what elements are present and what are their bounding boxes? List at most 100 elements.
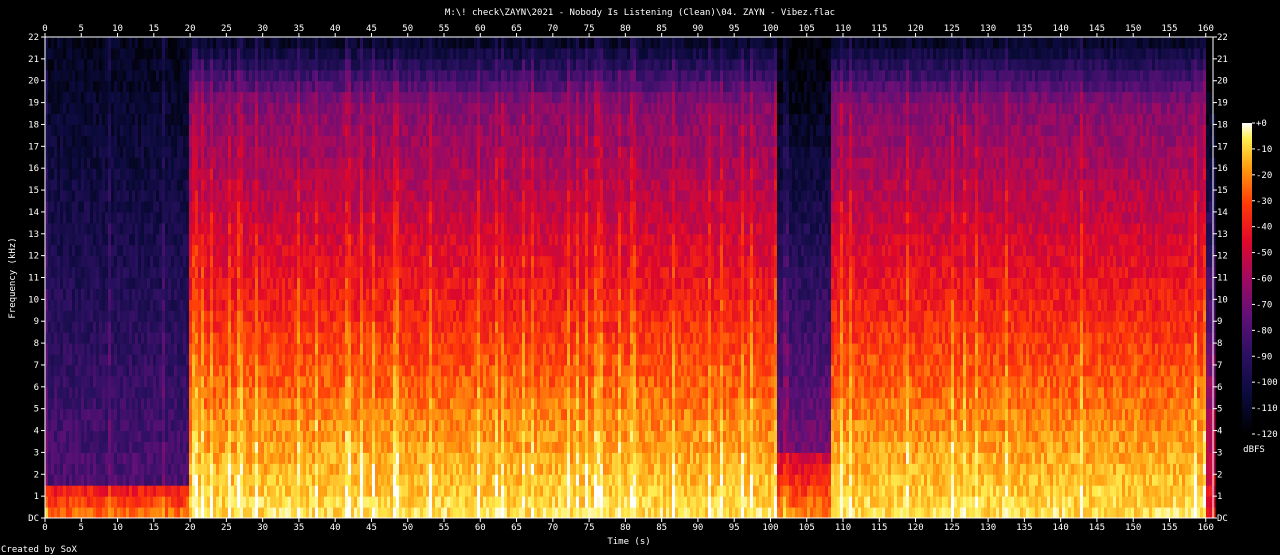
spectrogram-cell xyxy=(222,441,226,453)
spectrogram-cell xyxy=(309,37,313,49)
spectrogram-cell xyxy=(219,244,223,257)
spectrogram-cell xyxy=(309,69,313,82)
spectrogram-cell xyxy=(249,190,253,202)
spectrogram-cell xyxy=(129,288,133,300)
spectrogram-cell xyxy=(213,211,217,224)
spectrogram-cell xyxy=(60,47,64,60)
spectrogram-cell xyxy=(51,135,55,147)
spectrogram-cell xyxy=(363,463,367,475)
spectrogram-cell xyxy=(108,277,112,289)
spectrogram-cell xyxy=(276,168,280,180)
spectrogram-cell xyxy=(75,507,79,519)
spectrogram-cell xyxy=(342,474,346,486)
spectrogram-cell xyxy=(234,419,238,432)
spectrogram-cell xyxy=(327,200,331,213)
spectrogram-cell xyxy=(84,375,88,388)
spectrogram-cell xyxy=(159,190,163,202)
spectrogram-cell xyxy=(255,441,259,453)
spectrogram-cell xyxy=(279,80,283,93)
spectrogram-cell xyxy=(375,397,379,410)
spectrogram-cell xyxy=(345,69,349,82)
spectrogram-cell xyxy=(159,157,163,169)
spectrogram-cell xyxy=(198,397,202,410)
spectrogram-cell xyxy=(381,135,385,147)
spectrogram-cell xyxy=(192,168,196,180)
spectrogram-cell xyxy=(90,58,94,71)
spectrogram-cell xyxy=(126,507,130,519)
spectrogram-cell xyxy=(174,452,178,464)
spectrogram-cell xyxy=(246,474,250,486)
spectrogram-cell xyxy=(135,408,139,421)
spectrogram-cell xyxy=(72,113,76,125)
spectrogram-cell xyxy=(312,179,316,191)
spectrogram-cell xyxy=(72,124,76,136)
spectrogram-cell xyxy=(177,463,181,475)
spectrogram-cell xyxy=(234,364,238,377)
spectrogram-cell xyxy=(318,157,322,169)
spectrogram-cell xyxy=(219,190,223,202)
spectrogram-cell xyxy=(291,321,295,333)
spectrogram-cell xyxy=(351,419,355,432)
spectrogram-cell xyxy=(261,266,265,278)
spectrogram-cell xyxy=(114,419,118,432)
spectrogram-cell xyxy=(351,113,355,125)
spectrogram-cell xyxy=(75,441,79,453)
spectrogram-cell xyxy=(93,419,97,432)
spectrogram-cell xyxy=(291,430,295,442)
spectrogram-cell xyxy=(78,332,82,344)
spectrogram-cell xyxy=(267,102,271,115)
spectrogram-cell xyxy=(252,200,256,213)
spectrogram-cell xyxy=(87,288,91,300)
spectrogram-cell xyxy=(78,375,82,388)
spectrogram-cell xyxy=(357,233,361,246)
spectrogram-cell xyxy=(57,343,61,355)
spectrogram-cell xyxy=(381,266,385,278)
spectrogram-cell xyxy=(45,190,49,202)
spectrogram-cell xyxy=(189,37,193,49)
spectrogram-cell xyxy=(303,408,307,421)
spectrogram-cell xyxy=(210,364,214,377)
spectrogram-cell xyxy=(69,386,73,399)
spectrogram-cell xyxy=(144,190,148,202)
spectrogram-cell xyxy=(225,168,229,180)
spectrogram-cell xyxy=(300,441,304,453)
spectrogram-cell xyxy=(228,80,232,93)
spectrogram-cell xyxy=(321,299,325,311)
spectrogram-cell xyxy=(282,211,286,224)
spectrogram-cell xyxy=(366,343,370,355)
spectrogram-cell xyxy=(189,474,193,486)
spectrogram-cell xyxy=(96,80,100,93)
spectrogram-cell xyxy=(324,485,328,497)
spectrogram-cell xyxy=(57,452,61,464)
spectrogram-cell xyxy=(276,430,280,442)
spectrogram-cell xyxy=(174,91,178,104)
spectrogram-cell xyxy=(291,211,295,224)
spectrogram-cell xyxy=(381,190,385,202)
spectrogram-cell xyxy=(249,343,253,355)
spectrogram-cell xyxy=(66,507,70,519)
spectrogram-cell xyxy=(240,277,244,289)
spectrogram-cell xyxy=(261,244,265,257)
spectrogram-cell xyxy=(309,375,313,388)
spectrogram-cell xyxy=(246,299,250,311)
spectrogram-cell xyxy=(114,255,118,268)
spectrogram-cell xyxy=(276,332,280,344)
spectrogram-cell xyxy=(306,80,310,93)
spectrogram-cell xyxy=(216,80,220,93)
spectrogram-cell xyxy=(303,277,307,289)
spectrogram-cell xyxy=(222,200,226,213)
spectrogram-cell xyxy=(252,343,256,355)
spectrogram-cell xyxy=(63,146,67,158)
spectrogram-cell xyxy=(84,430,88,442)
spectrogram-cell xyxy=(324,364,328,377)
spectrogram-cell xyxy=(378,69,382,82)
spectrogram-cell xyxy=(183,179,187,191)
spectrogram-cell xyxy=(96,430,100,442)
spectrogram-cell xyxy=(192,474,196,486)
spectrogram-cell xyxy=(288,452,292,464)
spectrogram-cell xyxy=(354,69,358,82)
spectrogram-cell xyxy=(111,179,115,191)
spectrogram-cell xyxy=(66,233,70,246)
spectrogram-cell xyxy=(150,113,154,125)
spectrogram-cell xyxy=(105,179,109,191)
